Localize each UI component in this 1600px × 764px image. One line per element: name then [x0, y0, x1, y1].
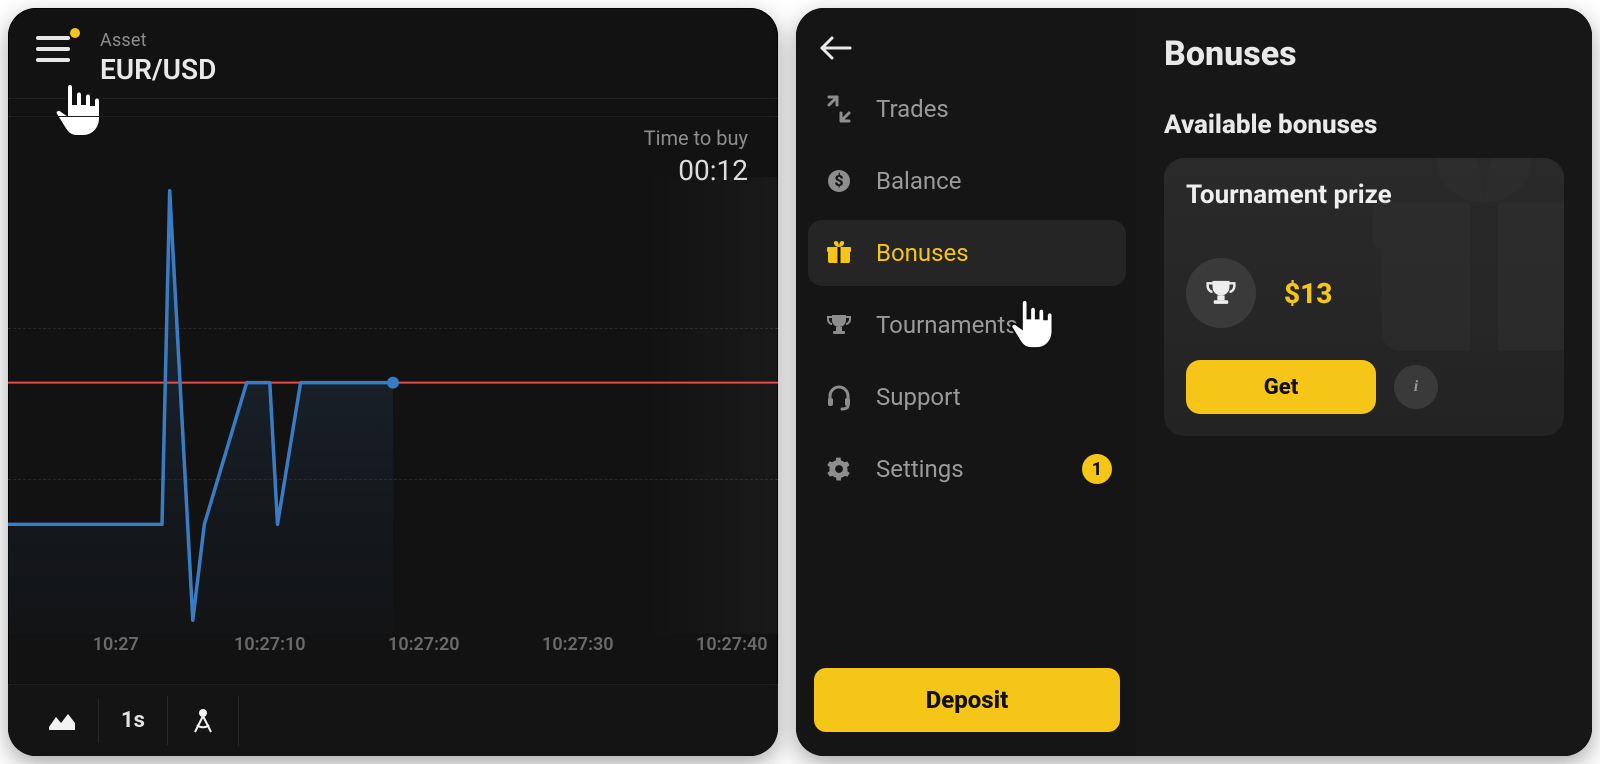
deposit-label: Deposit [926, 686, 1009, 714]
available-bonuses-title: Available bonuses [1164, 110, 1564, 140]
x-tick: 10:27 [93, 634, 139, 655]
back-button[interactable] [808, 28, 1126, 68]
chart-plot [8, 177, 778, 634]
chart-type-button[interactable] [26, 699, 99, 743]
gift-bg-icon [1354, 158, 1564, 388]
gift-icon [824, 238, 854, 268]
menu-item-support[interactable]: Support [808, 364, 1126, 430]
area-chart-icon [48, 711, 76, 731]
compass-icon [190, 708, 216, 734]
menu-button[interactable] [34, 30, 72, 68]
svg-text:$: $ [834, 171, 843, 190]
chart-toolbar: 1s [8, 684, 778, 756]
menu-list: Trades $ Balance [808, 76, 1126, 502]
menu-item-balance[interactable]: $ Balance [808, 148, 1126, 214]
bonus-value: $13 [1284, 277, 1332, 310]
trades-icon [824, 94, 854, 124]
timeframe-label: 1s [121, 708, 145, 733]
balance-icon: $ [824, 166, 854, 196]
side-menu: Trades $ Balance [796, 8, 1136, 756]
bonuses-screen: Trades $ Balance [796, 8, 1592, 756]
menu-item-tournaments[interactable]: Tournaments [808, 292, 1126, 358]
bonuses-content: Bonuses Available bonuses Tournament pri… [1136, 8, 1592, 756]
menu-item-label: Trades [876, 95, 949, 123]
asset-block[interactable]: Asset EUR/USD [100, 30, 216, 86]
trophy-icon [824, 310, 854, 340]
deposit-button[interactable]: Deposit [814, 668, 1120, 732]
menu-item-settings[interactable]: Settings 1 [808, 436, 1126, 502]
trophy-chip [1186, 258, 1256, 328]
timeframe-button[interactable]: 1s [99, 696, 168, 745]
trading-screen: Asset EUR/USD Time to buy 00:12 [8, 8, 778, 756]
asset-label: Asset [100, 30, 216, 51]
topbar: Asset EUR/USD [8, 8, 778, 99]
bonus-card: Tournament prize $13 [1164, 158, 1564, 436]
menu-item-label: Settings [876, 455, 964, 483]
page-title: Bonuses [1164, 34, 1564, 74]
headset-icon [824, 382, 854, 412]
menu-item-trades[interactable]: Trades [808, 76, 1126, 142]
get-bonus-label: Get [1264, 375, 1298, 400]
menu-item-label: Bonuses [876, 239, 969, 267]
x-tick: 10:27:10 [234, 634, 306, 655]
notification-badge: 1 [1082, 454, 1112, 484]
menu-item-bonuses[interactable]: Bonuses [808, 220, 1126, 286]
price-chart[interactable]: 10:27 10:27:10 10:27:20 10:27:30 10:27:4… [8, 116, 778, 670]
x-tick: 10:27:40 [696, 634, 768, 655]
gear-icon [824, 454, 854, 484]
x-tick: 10:27:20 [388, 634, 460, 655]
menu-item-label: Balance [876, 167, 961, 195]
x-tick: 10:27:30 [542, 634, 614, 655]
menu-item-label: Tournaments [876, 311, 1018, 339]
notification-dot-icon [70, 28, 80, 38]
menu-item-label: Support [876, 383, 961, 411]
x-axis: 10:27 10:27:10 10:27:20 10:27:30 10:27:4… [8, 634, 778, 658]
get-bonus-button[interactable]: Get [1186, 360, 1376, 414]
drawing-tools-button[interactable] [168, 696, 239, 746]
asset-value: EUR/USD [100, 53, 216, 86]
